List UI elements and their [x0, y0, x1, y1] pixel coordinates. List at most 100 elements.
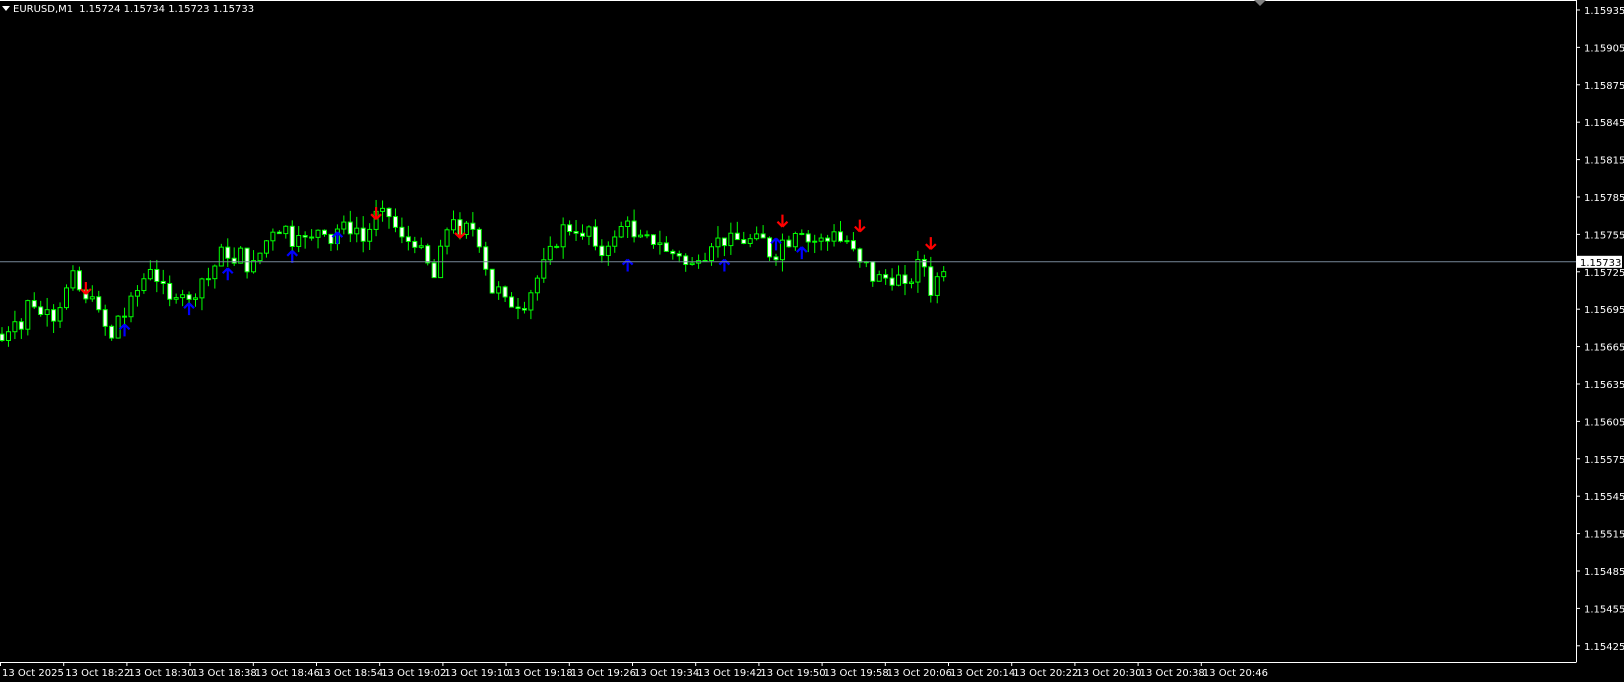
candle: [754, 226, 760, 241]
candle-body: [70, 270, 76, 289]
candle-body: [709, 246, 714, 262]
candle-body: [767, 237, 773, 258]
candle-body: [225, 246, 231, 259]
candle: [670, 249, 676, 260]
candle-body: [689, 262, 695, 266]
candle: [64, 284, 69, 310]
candle-body: [302, 235, 308, 238]
candle: [367, 223, 373, 250]
candle: [573, 220, 579, 241]
candle-body: [528, 292, 534, 311]
candle: [792, 231, 798, 251]
candle: [741, 231, 747, 245]
price-tick-label: 1.15515: [1584, 530, 1624, 541]
candle-body: [412, 240, 418, 248]
candle: [580, 224, 585, 240]
sell-arrow-icon: [80, 281, 92, 295]
candle: [528, 289, 534, 320]
candle-body: [96, 296, 102, 311]
candle-body: [612, 236, 618, 247]
candle-body: [618, 225, 624, 238]
candle: [618, 221, 624, 239]
candle-body: [605, 245, 611, 257]
candle: [412, 236, 418, 254]
candle: [418, 237, 424, 250]
sell-arrow-icon: [454, 225, 466, 239]
candle: [631, 209, 637, 243]
candle-body: [354, 227, 360, 235]
candle: [44, 297, 50, 327]
candle-body: [309, 236, 315, 239]
candle-body: [360, 227, 366, 242]
candle: [0, 327, 5, 342]
candle: [57, 302, 63, 328]
candle: [315, 229, 321, 249]
collapse-triangle-icon[interactable]: [2, 6, 10, 11]
candle-body: [134, 290, 140, 297]
price-tick-label: 1.15485: [1584, 567, 1624, 578]
candle: [831, 224, 837, 247]
time-tick-label: 13 Oct 20:30: [1076, 668, 1141, 679]
candle-body: [838, 231, 843, 242]
candle-body: [760, 233, 766, 239]
price-chart[interactable]: 1.15935 1.15905 1.15875 1.15845 1.15815 1.157…: [0, 0, 1624, 682]
candle-body: [425, 245, 431, 264]
candle: [625, 216, 631, 238]
candle: [818, 233, 824, 251]
buy-arrow-icon: [331, 231, 344, 245]
sell-arrow-icon: [776, 214, 789, 228]
candle: [896, 265, 902, 287]
time-tick-label: 13 Oct 18:30: [128, 668, 193, 679]
candle-body: [483, 246, 489, 270]
candle-body: [657, 242, 663, 245]
candle-body: [405, 236, 411, 242]
candle: [128, 292, 134, 323]
candle: [257, 252, 263, 265]
candle: [870, 261, 876, 287]
candle-body: [386, 207, 392, 218]
candle-body: [560, 224, 566, 248]
candle-body: [276, 231, 282, 235]
chart-shift-marker[interactable]: [1254, 0, 1266, 6]
candle-body: [476, 228, 482, 248]
candle: [12, 310, 18, 340]
price-tick-label: 1.15665: [1584, 343, 1624, 354]
candle-body: [818, 237, 824, 242]
candle: [767, 236, 773, 261]
candle: [122, 307, 128, 325]
candle: [25, 299, 31, 336]
candle: [270, 228, 276, 251]
candle: [586, 225, 592, 246]
time-tick-label: 13 Oct 18:38: [192, 668, 257, 679]
candle-body: [734, 232, 740, 241]
price-tick-label: 1.15875: [1584, 81, 1624, 92]
candle-body: [547, 245, 553, 261]
candle: [554, 243, 560, 249]
candle: [683, 253, 689, 272]
price-tick-label: 1.15935: [1584, 6, 1624, 17]
candle: [160, 269, 166, 295]
price-tick-label: 1.15905: [1584, 43, 1624, 54]
time-tick-label: 13 Oct 19:50: [760, 668, 825, 679]
candle-body: [57, 307, 63, 322]
candle: [650, 234, 656, 249]
candle-body: [122, 315, 128, 318]
candle: [825, 234, 831, 251]
candle: [263, 239, 269, 258]
candle: [805, 230, 811, 253]
candle-body: [889, 277, 895, 286]
signal-arrows-layer: [80, 207, 937, 337]
candle: [521, 301, 527, 314]
candle: [786, 235, 792, 248]
candle: [193, 293, 198, 307]
candle: [154, 259, 160, 293]
candle-body: [347, 221, 353, 235]
last-price-tag: 1.15733: [1577, 255, 1622, 269]
candle: [51, 304, 57, 334]
last-price-label: 1.15733: [1580, 258, 1621, 269]
candle-body: [663, 242, 669, 252]
candle: [115, 315, 121, 339]
price-tick-label: 1.15545: [1584, 492, 1624, 503]
buy-arrow-icon: [286, 250, 299, 263]
chart-window[interactable]: 1.15935 1.15905 1.15875 1.15845 1.15815 1.157…: [0, 0, 1624, 682]
